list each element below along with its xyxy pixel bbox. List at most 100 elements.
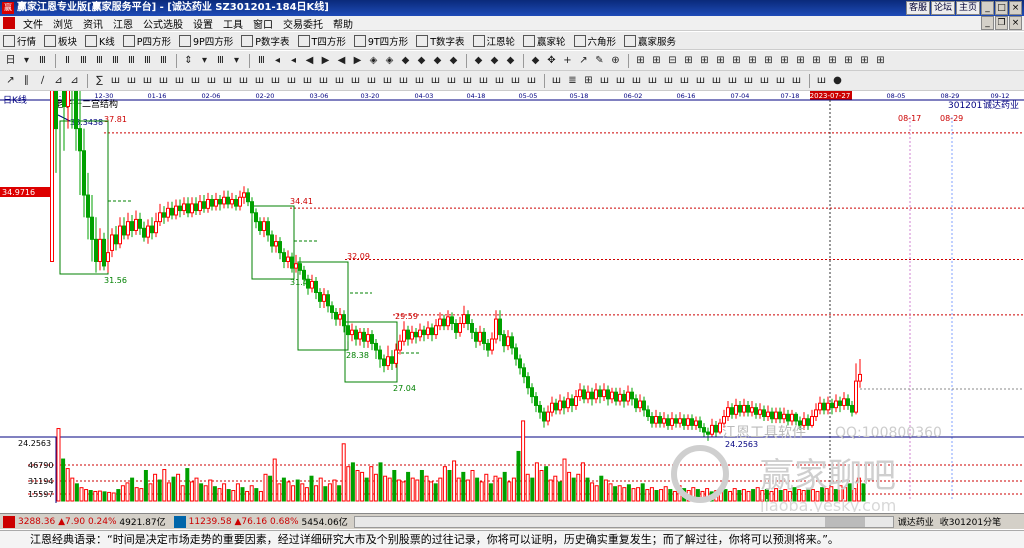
tool-icon[interactable]: ш <box>188 73 203 88</box>
tool-icon[interactable]: ш <box>332 73 347 88</box>
tool-icon[interactable]: ш <box>252 73 267 88</box>
tool-icon[interactable]: ш <box>140 73 155 88</box>
scroll-thumb[interactable] <box>824 516 865 527</box>
tool-icon[interactable]: ш <box>629 73 644 88</box>
tool-icon[interactable]: ⊞ <box>697 53 712 68</box>
tool-icon[interactable]: ш <box>300 73 315 88</box>
tool-icon[interactable]: ш <box>108 73 123 88</box>
tool-icon[interactable]: ▾ <box>197 53 212 68</box>
tool-icon[interactable]: ↗ <box>576 53 591 68</box>
tool-icon[interactable]: ◆ <box>398 53 413 68</box>
tool-icon[interactable]: ◆ <box>503 53 518 68</box>
mdi-close-icon[interactable]: × <box>1009 16 1022 30</box>
tool-icon[interactable]: ⊞ <box>729 53 744 68</box>
menu-trade[interactable]: 交易委托 <box>278 16 328 31</box>
menu-formula[interactable]: 公式选股 <box>138 16 188 31</box>
tool-icon[interactable]: ◀ <box>302 53 317 68</box>
tool-icon[interactable]: ≣ <box>565 73 580 88</box>
tool-icon[interactable]: ▶ <box>350 53 365 68</box>
tool-icon[interactable]: ⊞ <box>873 53 888 68</box>
tool-icon[interactable]: ш <box>412 73 427 88</box>
tool-icon[interactable]: ш <box>316 73 331 88</box>
tool-icon[interactable]: ✎ <box>592 53 607 68</box>
minimize-icon[interactable]: _ <box>981 1 994 15</box>
tool-icon[interactable]: ↗ <box>3 73 18 88</box>
tool-icon[interactable]: ш <box>156 73 171 88</box>
kline-chart[interactable]: 12-16 12-30 01-16 02-06 02-20 03-06 03-20 04-03… <box>0 91 1024 512</box>
tool-icon[interactable]: + <box>560 53 575 68</box>
tool-icon[interactable]: ◀ <box>334 53 349 68</box>
tool-icon[interactable]: ⊞ <box>581 73 596 88</box>
tool-icon[interactable]: ш <box>757 73 772 88</box>
tool-icon[interactable]: ш <box>693 73 708 88</box>
tool-icon[interactable]: ⊟ <box>665 53 680 68</box>
tool-icon[interactable]: Ⅲ <box>140 53 155 68</box>
menu-file[interactable]: 文件 <box>18 16 48 31</box>
home-link[interactable]: 主页 <box>955 1 980 15</box>
toolbar-grid-button[interactable]: 行情 <box>3 34 36 48</box>
tool-icon[interactable]: ◆ <box>471 53 486 68</box>
menu-gann[interactable]: 江恩 <box>108 16 138 31</box>
tool-icon[interactable]: ⊞ <box>777 53 792 68</box>
tool-icon[interactable]: ⊞ <box>857 53 872 68</box>
service-link[interactable]: 客服 <box>905 1 930 15</box>
tool-icon[interactable]: ш <box>428 73 443 88</box>
tool-icon[interactable]: ⊞ <box>793 53 808 68</box>
tool-icon[interactable]: ш <box>524 73 539 88</box>
tool-icon[interactable]: ш <box>284 73 299 88</box>
tool-icon[interactable]: Ⅲ <box>254 53 269 68</box>
chart-canvas[interactable]: 12-16 12-30 01-16 02-06 02-20 03-06 03-20 04-03… <box>0 91 1024 512</box>
tool-icon[interactable]: ш <box>709 73 724 88</box>
menu-browse[interactable]: 浏览 <box>48 16 78 31</box>
tool-icon[interactable]: Ⅲ <box>76 53 91 68</box>
horizontal-scrollbar[interactable] <box>353 515 894 528</box>
mdi-minimize-icon[interactable]: _ <box>981 16 994 30</box>
toolbar-service-button[interactable]: 赢家服务 <box>624 34 676 48</box>
toolbar-t-button[interactable]: T四方形 <box>297 34 346 48</box>
tool-icon[interactable]: ш <box>204 73 219 88</box>
forum-link[interactable]: 论坛 <box>930 1 955 15</box>
tool-icon[interactable]: Ⅲ <box>108 53 123 68</box>
tool-icon[interactable]: ш <box>268 73 283 88</box>
tool-icon[interactable]: ш <box>444 73 459 88</box>
tool-icon[interactable]: ⇕ <box>181 53 196 68</box>
tool-icon[interactable]: ◈ <box>382 53 397 68</box>
tool-icon[interactable]: ⊿ <box>51 73 66 88</box>
close-icon[interactable]: × <box>1009 1 1022 15</box>
tool-icon[interactable]: ◆ <box>528 53 543 68</box>
tool-icon[interactable]: ш <box>814 73 829 88</box>
tool-icon[interactable]: ⊕ <box>608 53 623 68</box>
tool-icon[interactable]: Ⅲ <box>35 53 50 68</box>
toolbar-block-button[interactable]: 板块 <box>44 34 77 48</box>
tool-icon[interactable]: ⊞ <box>825 53 840 68</box>
tool-icon[interactable]: ⊞ <box>713 53 728 68</box>
tool-icon[interactable]: ▾ <box>229 53 244 68</box>
tool-icon[interactable]: ш <box>220 73 235 88</box>
tool-icon[interactable]: ● <box>830 73 845 88</box>
toolbar-9p-button[interactable]: 9P四方形 <box>179 34 233 48</box>
menu-info[interactable]: 资讯 <box>78 16 108 31</box>
tool-icon[interactable]: ⊞ <box>633 53 648 68</box>
tool-icon[interactable]: Ⅲ <box>156 53 171 68</box>
tool-icon[interactable]: Ⅲ <box>213 53 228 68</box>
tool-icon[interactable]: ◆ <box>414 53 429 68</box>
tool-icon[interactable]: ⊞ <box>681 53 696 68</box>
tool-icon[interactable]: ш <box>677 73 692 88</box>
toolbar-9t-button[interactable]: 9T四方形 <box>353 34 408 48</box>
tool-icon[interactable]: ш <box>236 73 251 88</box>
tool-icon[interactable]: ◂ <box>270 53 285 68</box>
tool-icon[interactable]: ш <box>492 73 507 88</box>
tool-icon[interactable]: ш <box>460 73 475 88</box>
tool-icon[interactable]: ш <box>645 73 660 88</box>
tool-icon[interactable]: ◆ <box>430 53 445 68</box>
tool-icon[interactable]: Ⅲ <box>124 53 139 68</box>
tool-icon[interactable]: ш <box>348 73 363 88</box>
tool-icon[interactable]: ◂ <box>286 53 301 68</box>
tool-icon[interactable]: ш <box>508 73 523 88</box>
tool-icon[interactable]: ◈ <box>366 53 381 68</box>
tool-icon[interactable]: ⊞ <box>809 53 824 68</box>
tool-icon[interactable]: ∕ <box>35 73 50 88</box>
tool-icon[interactable]: ш <box>613 73 628 88</box>
tool-icon[interactable]: ш <box>380 73 395 88</box>
tool-icon[interactable]: ▶ <box>318 53 333 68</box>
